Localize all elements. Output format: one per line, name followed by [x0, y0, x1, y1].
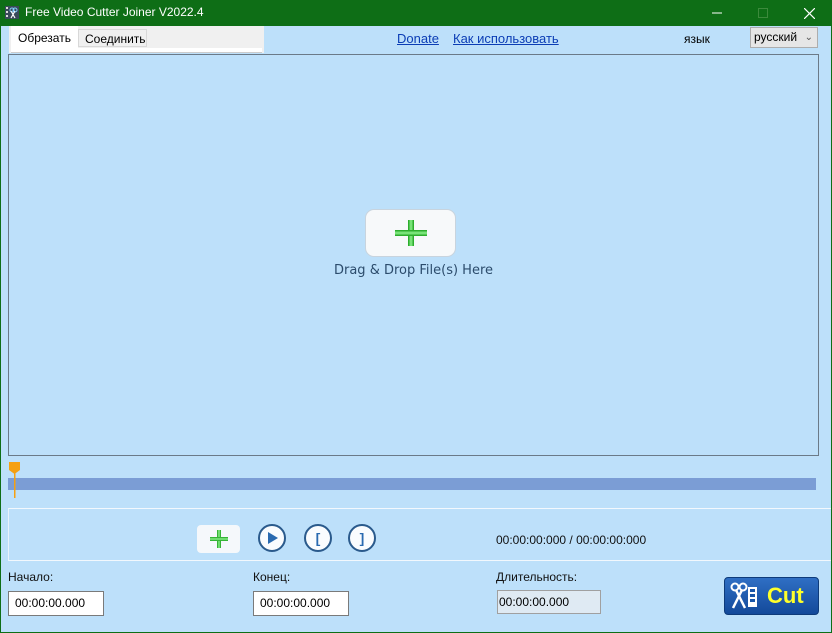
play-icon — [268, 532, 278, 544]
bracket-open-icon: [ — [315, 530, 321, 546]
time-readout: 00:00:00:000 / 00:00:00:000 — [496, 533, 647, 547]
start-label: Начало: — [8, 570, 54, 584]
main-window: Обрезать Соединить Donate Как использова… — [1, 26, 831, 632]
mark-end-button[interactable]: ] — [348, 524, 376, 552]
how-to-use-link[interactable]: Как использовать — [453, 31, 559, 46]
start-time-input[interactable]: 00:00:00.000 — [8, 591, 104, 616]
end-label: Конец: — [253, 570, 291, 584]
plus-icon — [209, 530, 228, 548]
cut-button[interactable]: Cut — [724, 577, 819, 615]
bracket-close-icon: ] — [359, 530, 365, 546]
tab-cut[interactable]: Обрезать — [11, 26, 78, 48]
title-bar: Free Video Cutter Joiner V2022.4 — [0, 0, 832, 26]
language-select[interactable]: русский ⌄ — [750, 27, 818, 48]
mark-start-button[interactable]: [ — [304, 524, 332, 552]
seek-bar[interactable] — [8, 478, 816, 490]
plus-icon — [394, 220, 427, 246]
maximize-button[interactable] — [740, 0, 786, 26]
language-label: язык — [684, 32, 710, 46]
chevron-down-icon: ⌄ — [804, 32, 813, 43]
donate-link[interactable]: Donate — [397, 31, 439, 46]
maximize-icon — [758, 8, 768, 18]
duration-label: Длительность: — [496, 570, 578, 584]
drop-hint-text: Drag & Drop File(s) Here — [333, 263, 493, 278]
add-file-button[interactable] — [365, 209, 456, 257]
close-button[interactable] — [786, 0, 832, 26]
app-icon — [5, 6, 19, 19]
tab-strip: Обрезать Соединить — [9, 26, 264, 53]
end-time-input[interactable]: 00:00:00.000 — [253, 591, 349, 616]
drop-zone[interactable]: Drag & Drop File(s) Here — [8, 54, 819, 456]
duration-field: 00:00:00.000 — [497, 590, 601, 614]
scissors-film-icon — [730, 582, 757, 609]
seek-handle[interactable] — [9, 462, 21, 498]
minimize-button[interactable] — [694, 0, 740, 26]
minimize-icon — [712, 12, 722, 14]
window-title: Free Video Cutter Joiner V2022.4 — [25, 5, 204, 19]
tab-join[interactable]: Соединить — [78, 29, 147, 47]
add-button[interactable] — [197, 525, 240, 553]
close-icon — [803, 7, 815, 19]
language-selected-value: русский — [754, 30, 798, 44]
cut-button-label: Cut — [767, 583, 804, 608]
playback-controls-panel — [8, 508, 831, 561]
play-button[interactable] — [258, 524, 286, 552]
